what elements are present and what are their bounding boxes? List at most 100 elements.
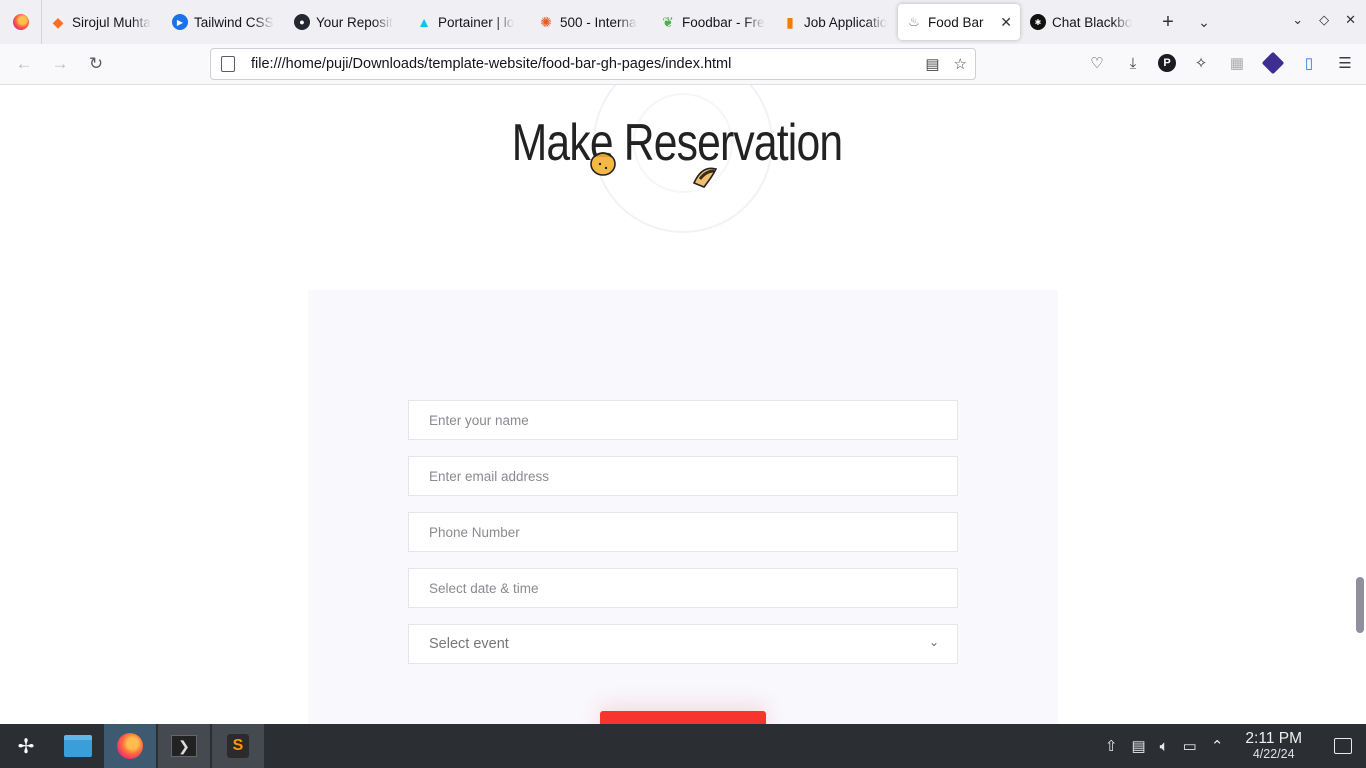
sidebar-icon[interactable]: ▯ xyxy=(1298,52,1320,74)
clock-date: 4/22/24 xyxy=(1252,746,1295,761)
blackbox-icon: ✱ xyxy=(1030,14,1046,30)
forward-button[interactable]: → xyxy=(42,48,78,80)
datetime-field[interactable] xyxy=(408,568,958,608)
system-tray: ⇧ ▤ 🔈︎ ▭ ⌃ 2:11 PM 4/22/24 xyxy=(1105,724,1366,768)
email-field[interactable] xyxy=(408,456,958,496)
sublime-text-icon: S xyxy=(227,734,249,758)
reload-icon: ↻ xyxy=(88,54,104,73)
doc-icon: ▮ xyxy=(786,13,794,30)
tab-foodbar-free[interactable]: ❦ Foodbar - Fre xyxy=(652,4,774,40)
burger-icon xyxy=(590,152,616,176)
tab-portainer[interactable]: ▲ Portainer | lo xyxy=(408,4,530,40)
extensions-icon[interactable]: ✧ xyxy=(1190,52,1212,74)
close-window-icon[interactable]: ✕ xyxy=(1345,12,1356,28)
tab-bar: ◆ Sirojul Muhta ▶ Tailwind CSS ● Your Re… xyxy=(0,0,1366,44)
toolbar-icons: ♡ ⤓ P ✧ ▦ ▯ ☰ xyxy=(1086,51,1356,75)
plus-icon: + xyxy=(1162,10,1174,33)
name-field[interactable] xyxy=(408,400,958,440)
url-text[interactable]: file:///home/puji/Downloads/template-web… xyxy=(251,56,731,72)
chevron-down-icon: ⌄ xyxy=(1198,13,1210,30)
close-icon[interactable]: ✕ xyxy=(1000,14,1012,31)
taskbar-files[interactable] xyxy=(52,724,104,768)
page-icon xyxy=(221,56,235,72)
gitlab-icon: ◆ xyxy=(52,13,64,30)
extension-diamond-wrap[interactable] xyxy=(1261,51,1285,75)
event-select-value: Select event xyxy=(429,636,509,652)
app-launcher-button[interactable]: ✢ xyxy=(0,724,52,768)
event-select[interactable]: Select event ⌄ xyxy=(408,624,958,664)
new-tab-button[interactable]: + xyxy=(1150,4,1186,40)
pocket-icon[interactable]: ♡ xyxy=(1086,52,1108,74)
tab-label: Foodbar - Fre xyxy=(682,14,765,30)
tab-500-error[interactable]: ✺ 500 - Interna xyxy=(530,4,652,40)
window-controls: ⌄ ◇ ✕ xyxy=(1292,12,1356,28)
profile-p-icon[interactable]: P xyxy=(1158,54,1176,72)
tab-github[interactable]: ● Your Reposit xyxy=(286,4,408,40)
folder-icon xyxy=(64,735,92,757)
tab-tailwind[interactable]: ▶ Tailwind CSS xyxy=(164,4,286,40)
github-icon: ● xyxy=(294,14,310,30)
tab-food-bar[interactable]: ♨ Food Bar ✕ xyxy=(898,4,1020,40)
chevron-down-icon: ⌄ xyxy=(928,635,939,649)
taskbar-terminal[interactable]: ❯ xyxy=(158,724,210,768)
datetime-input[interactable] xyxy=(429,580,957,596)
firefox-view-button[interactable] xyxy=(0,0,42,44)
network-icon[interactable]: ▭ xyxy=(1183,737,1197,755)
taskbar: ✢ ❯ S ⇧ ▤ 🔈︎ ▭ ⌃ 2:11 PM 4/22/24 xyxy=(0,724,1366,768)
show-desktop-icon[interactable] xyxy=(1334,738,1352,754)
tab-chat-blackbox[interactable]: ✱ Chat Blackbo xyxy=(1022,4,1144,40)
tab-label: Your Reposit xyxy=(316,14,393,30)
clock-time: 2:11 PM xyxy=(1245,730,1302,748)
terminal-icon: ❯ xyxy=(171,735,197,757)
phone-input[interactable] xyxy=(429,524,957,540)
bookmark-star-icon[interactable]: ☆ xyxy=(954,55,967,73)
reader-view-icon[interactable]: ▤ xyxy=(925,55,939,73)
updates-icon[interactable]: ⇧ xyxy=(1105,737,1118,755)
url-bar-actions: ▤ ☆ xyxy=(925,55,967,73)
name-input[interactable] xyxy=(429,412,957,428)
taskbar-sublime[interactable]: S xyxy=(212,724,264,768)
arrow-left-icon: ← xyxy=(15,54,33,73)
tab-gitlab[interactable]: ◆ Sirojul Muhta xyxy=(42,4,164,40)
email-input[interactable] xyxy=(429,468,957,484)
launcher-icon: ✢ xyxy=(17,735,35,758)
navigation-bar: ← → ↻ file:///home/puji/Downloads/templa… xyxy=(0,44,1366,85)
tab-label: Job Applicatio xyxy=(804,14,888,30)
leaf-icon: ❦ xyxy=(662,13,674,30)
clock[interactable]: 2:11 PM 4/22/24 xyxy=(1245,730,1302,761)
clipboard-icon[interactable]: ▤ xyxy=(1131,737,1145,755)
tab-job-application[interactable]: ▮ Job Applicatio xyxy=(774,4,896,40)
tab-label: Tailwind CSS xyxy=(194,14,274,30)
volume-icon[interactable]: 🔈︎ xyxy=(1160,738,1169,755)
download-icon[interactable]: ⤓ xyxy=(1122,52,1144,74)
tab-strip: ◆ Sirojul Muhta ▶ Tailwind CSS ● Your Re… xyxy=(42,0,1222,44)
submit-button[interactable] xyxy=(600,711,766,724)
firefox-icon xyxy=(117,733,143,759)
maximize-icon[interactable]: ◇ xyxy=(1319,12,1329,28)
minimize-icon[interactable]: ⌄ xyxy=(1292,12,1303,28)
reload-button[interactable]: ↻ xyxy=(78,48,114,80)
url-bar[interactable]: file:///home/puji/Downloads/template-web… xyxy=(210,48,976,80)
grid-extension-icon[interactable]: ▦ xyxy=(1226,52,1248,74)
tab-label: Portainer | lo xyxy=(438,14,515,30)
taco-icon xyxy=(692,167,718,188)
menu-icon[interactable]: ☰ xyxy=(1334,52,1356,74)
back-button[interactable]: ← xyxy=(6,48,42,80)
grafana-icon: ✺ xyxy=(540,13,552,30)
foodbar-icon: ♨ xyxy=(908,14,920,29)
firefox-icon xyxy=(12,14,29,30)
page-title: Make Reservation xyxy=(511,114,843,172)
diamond-extension-icon xyxy=(1261,51,1285,75)
phone-field[interactable] xyxy=(408,512,958,552)
scrollbar[interactable] xyxy=(1354,85,1366,724)
list-all-tabs-button[interactable]: ⌄ xyxy=(1186,4,1222,40)
reservation-form: Select event ⌄ xyxy=(308,290,1058,724)
taskbar-firefox[interactable] xyxy=(104,724,156,768)
scrollbar-thumb[interactable] xyxy=(1356,577,1364,633)
tab-label: 500 - Interna xyxy=(560,14,637,30)
portainer-icon: ▲ xyxy=(417,14,431,30)
arrow-right-icon: → xyxy=(51,54,69,73)
tray-expand-icon[interactable]: ⌃ xyxy=(1211,737,1224,755)
tab-label: Chat Blackbo xyxy=(1052,14,1133,30)
page-viewport: Make Reservation Select event ⌄ xyxy=(0,85,1354,724)
